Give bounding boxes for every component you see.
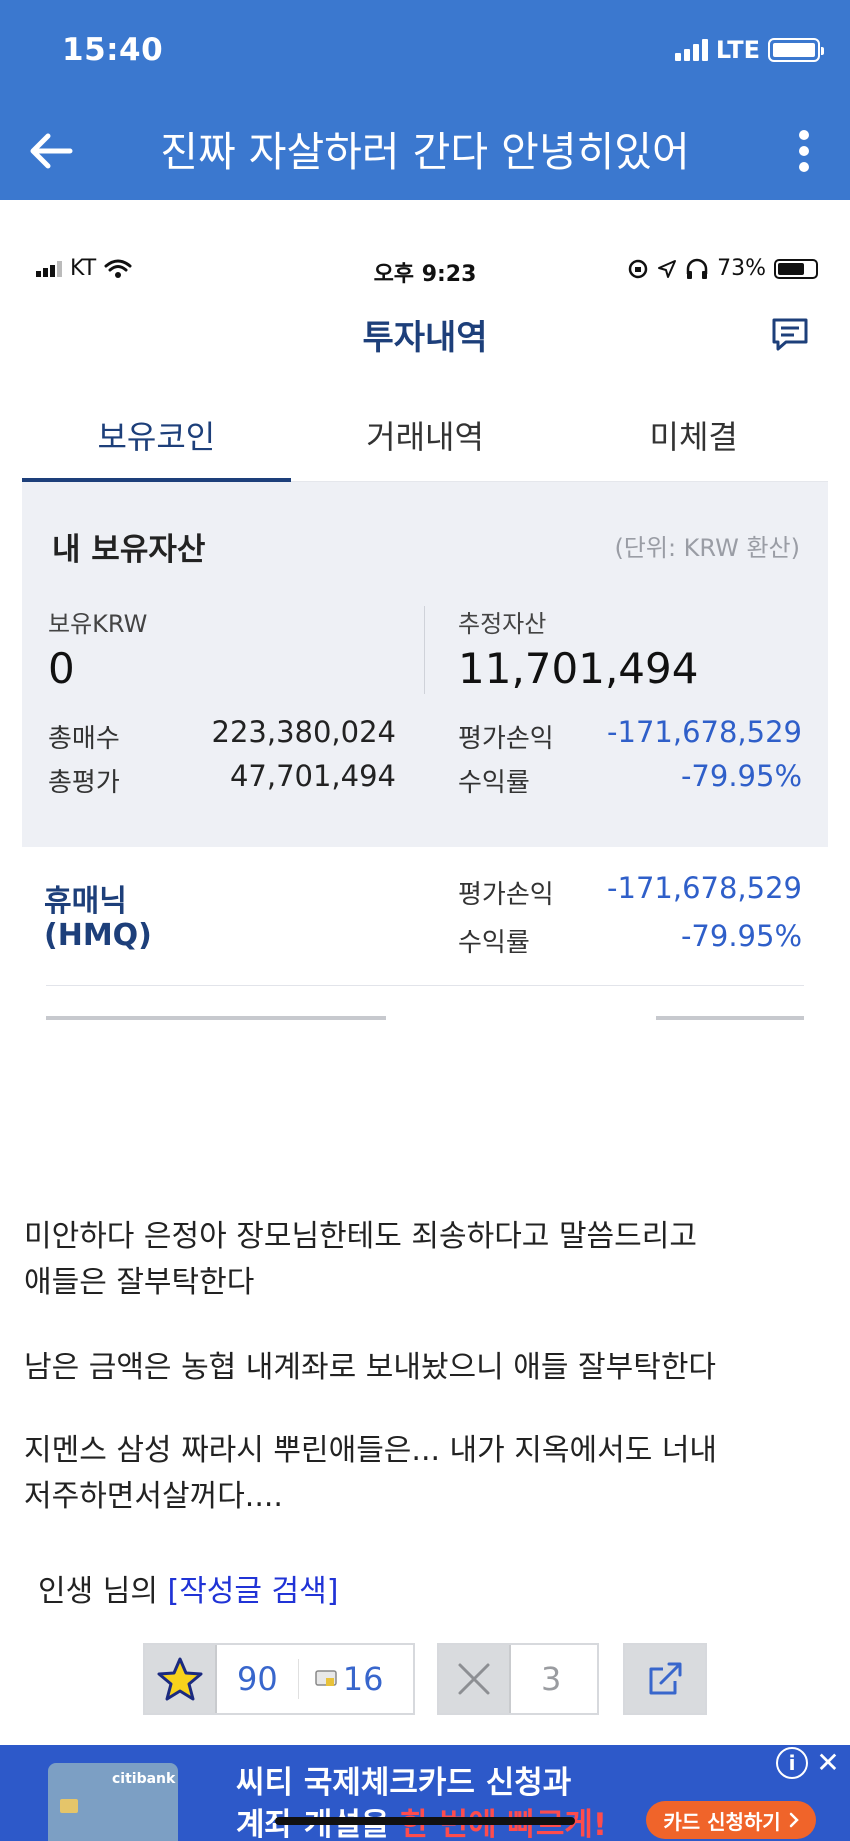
- ad-headline: 씨티 국제체크카드 신청과: [236, 1765, 572, 1801]
- card-chip: [60, 1799, 78, 1813]
- return-rate-label: 수익률: [458, 768, 530, 798]
- comment-count: 16: [342, 1660, 384, 1698]
- estimated-assets-value: 11,701,494: [458, 644, 699, 693]
- total-eval-value: 47,701,494: [229, 759, 396, 793]
- ad-apply-button[interactable]: 카드 신청하기: [646, 1801, 816, 1839]
- close-icon: [458, 1663, 490, 1695]
- coin-pl-value: -171,678,529: [607, 871, 802, 905]
- estimated-assets-label: 추정자산: [458, 610, 547, 638]
- krw-value: 0: [48, 644, 75, 693]
- upvote-button[interactable]: 90 16: [143, 1643, 415, 1715]
- app-header: 15:40 LTE 진짜 자살하러 간다 안녕히있어: [0, 0, 850, 200]
- more-options-button[interactable]: [786, 126, 822, 176]
- divider: [424, 606, 425, 694]
- coin-pl-label: 평가손익: [458, 880, 554, 910]
- post-paragraph: 미안하다 은정아 장모님한테도 죄송하다고 말씀드리고: [24, 1219, 697, 1254]
- coin-symbol[interactable]: (HMQ): [44, 918, 152, 953]
- arrow-left-icon: [30, 133, 73, 169]
- screenshot-battery-percent: 73%: [717, 256, 766, 281]
- return-rate-value: -79.95%: [680, 759, 802, 793]
- screen-title: 투자내역: [362, 318, 488, 358]
- credit-card-image: citibank: [48, 1763, 178, 1841]
- signal-icon: [674, 39, 708, 61]
- downvote-button[interactable]: 3: [437, 1643, 599, 1715]
- screenshot-battery-icon: [774, 258, 818, 279]
- post-title: 진짜 자살하러 간다 안녕히있어: [160, 128, 690, 176]
- total-buy-label: 총매수: [48, 724, 120, 754]
- cropped-row-fragment: [46, 1016, 804, 1020]
- upvote-icon-cell: [145, 1645, 217, 1713]
- asset-summary-panel: 내 보유자산 (단위: KRW 환산) 보유KRW 0 추정자산 11,701,…: [22, 482, 828, 847]
- coin-rate-label: 수익률: [458, 928, 530, 958]
- chat-icon[interactable]: [770, 314, 810, 354]
- total-eval-label: 총평가: [48, 768, 120, 798]
- network-label: LTE: [715, 36, 760, 64]
- status-indicators: LTE: [674, 36, 824, 64]
- share-button[interactable]: [623, 1643, 707, 1715]
- post-paragraph: 저주하면서살꺼다....: [24, 1479, 283, 1514]
- author-name: 인생 님의: [38, 1574, 158, 1609]
- tab-trade-history[interactable]: 거래내역: [291, 400, 560, 481]
- upvote-count: 90: [237, 1660, 278, 1698]
- downvote-icon-cell: [439, 1645, 511, 1713]
- back-button[interactable]: [26, 126, 76, 176]
- tab-holdings[interactable]: 보유코인: [22, 400, 291, 482]
- home-indicator: [275, 1817, 575, 1825]
- ad-info-icon[interactable]: i: [776, 1747, 808, 1779]
- ad-banner[interactable]: citibank 씨티 국제체크카드 신청과 계좌 개설을 한 번에 빠르게! …: [0, 1745, 850, 1841]
- row-divider: [46, 985, 804, 986]
- ad-close-icon[interactable]: ✕: [812, 1747, 844, 1779]
- downvote-count: 3: [541, 1660, 562, 1698]
- eval-pl-value: -171,678,529: [607, 715, 802, 749]
- share-icon: [649, 1662, 682, 1695]
- location-icon: [658, 259, 677, 278]
- asset-summary-title: 내 보유자산: [52, 532, 206, 568]
- battery-icon: [768, 38, 824, 62]
- author-posts-search-link[interactable]: [작성글 검색]: [167, 1574, 338, 1609]
- ad-apply-label: 카드 신청하기: [663, 1809, 781, 1834]
- author-line: 인생 님의 [작성글 검색]: [38, 1566, 338, 1610]
- tab-pending-orders[interactable]: 미체결: [559, 400, 828, 481]
- comment-count-group: 16: [297, 1659, 384, 1699]
- eval-pl-label: 평가손익: [458, 724, 554, 754]
- coin-name[interactable]: 휴매닉: [44, 876, 127, 920]
- asset-unit-note: (단위: KRW 환산): [614, 534, 800, 562]
- rotation-lock-icon: [628, 259, 648, 278]
- screenshot-status-bar: KT 오후 9:23 73%: [0, 256, 850, 287]
- post-paragraph: 남은 금액은 농협 내계좌로 보내놨으니 애들 잘부탁한다: [24, 1350, 717, 1385]
- chevron-right-icon: [789, 1812, 799, 1828]
- post-paragraph: 지멘스 삼성 짜라시 뿌린애들은... 내가 지옥에서도 너내: [24, 1433, 718, 1468]
- embedded-screenshot: KT 오후 9:23 73% 투자내역 보유코인 거래내역 미체결 내 보유자산…: [0, 200, 850, 1020]
- krw-label: 보유KRW: [48, 610, 148, 638]
- post-paragraph: 애들은 잘부탁한다: [24, 1265, 255, 1300]
- headphones-icon: [686, 258, 708, 279]
- coin-rate-value: -79.95%: [680, 919, 802, 953]
- total-buy-value: 223,380,024: [211, 715, 397, 749]
- star-icon: [157, 1657, 203, 1701]
- card-brand-logo: citibank: [112, 1771, 176, 1787]
- comment-icon: [314, 1670, 337, 1686]
- tab-bar: 보유코인 거래내역 미체결: [22, 400, 828, 482]
- status-time: 15:40: [62, 32, 164, 68]
